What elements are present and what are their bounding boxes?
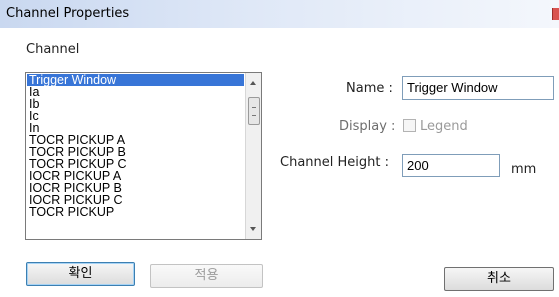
height-unit-label: mm — [511, 162, 537, 177]
list-item[interactable]: TOCR PICKUP — [27, 206, 244, 219]
list-item[interactable]: Ic — [27, 110, 244, 123]
channel-list-items: Trigger Window Ia Ib Ic In TOCR PICKUP A TOCR … — [27, 74, 244, 239]
legend-checkbox-label: Legend — [420, 119, 468, 134]
channel-group-label: Channel — [26, 42, 80, 57]
scroll-thumb[interactable] — [248, 97, 260, 125]
list-item[interactable]: Ib — [27, 98, 244, 111]
channel-height-label: Channel Height : — [280, 155, 389, 170]
channel-height-field[interactable]: 200 — [402, 154, 500, 177]
list-item[interactable]: Trigger Window — [27, 74, 244, 87]
scroll-up-arrow-icon[interactable] — [250, 81, 256, 85]
ok-button[interactable]: 확인 — [26, 262, 135, 286]
title-bar: Channel Properties — [0, 0, 559, 28]
window-title: Channel Properties — [6, 6, 130, 21]
display-label: Display : — [339, 119, 396, 134]
apply-button[interactable]: 적용 — [150, 264, 263, 288]
close-icon[interactable] — [552, 8, 559, 20]
channel-listbox[interactable]: Trigger Window Ia Ib Ic In TOCR PICKUP A TOCR … — [25, 72, 262, 240]
scroll-down-arrow-icon[interactable] — [250, 227, 256, 231]
name-field[interactable]: Trigger Window — [402, 76, 554, 100]
name-label: Name : — [346, 81, 393, 96]
list-item[interactable]: Ia — [27, 86, 244, 99]
cancel-button[interactable]: 취소 — [444, 267, 554, 291]
listbox-scrollbar[interactable] — [245, 73, 261, 239]
legend-checkbox[interactable] — [403, 119, 416, 132]
